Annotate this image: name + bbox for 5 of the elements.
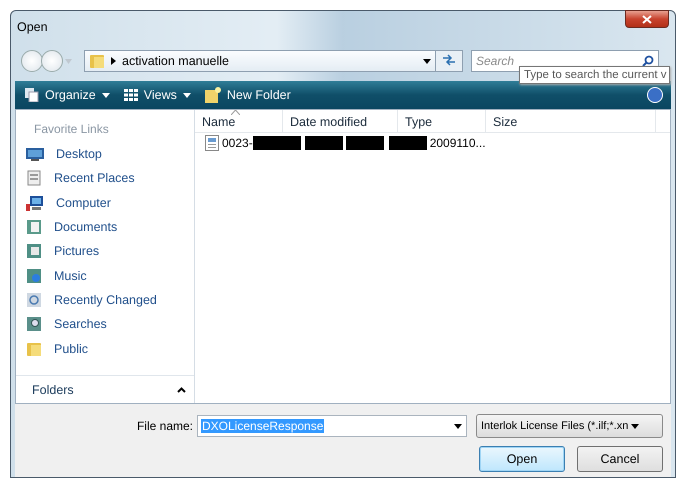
sidebar-heading: Favorite Links [33,121,110,138]
file-type: 2009110... [430,136,486,150]
window-title: Open [16,20,48,34]
field-label: File name: [136,419,194,433]
tooltip: Type to search the current v [519,66,670,84]
